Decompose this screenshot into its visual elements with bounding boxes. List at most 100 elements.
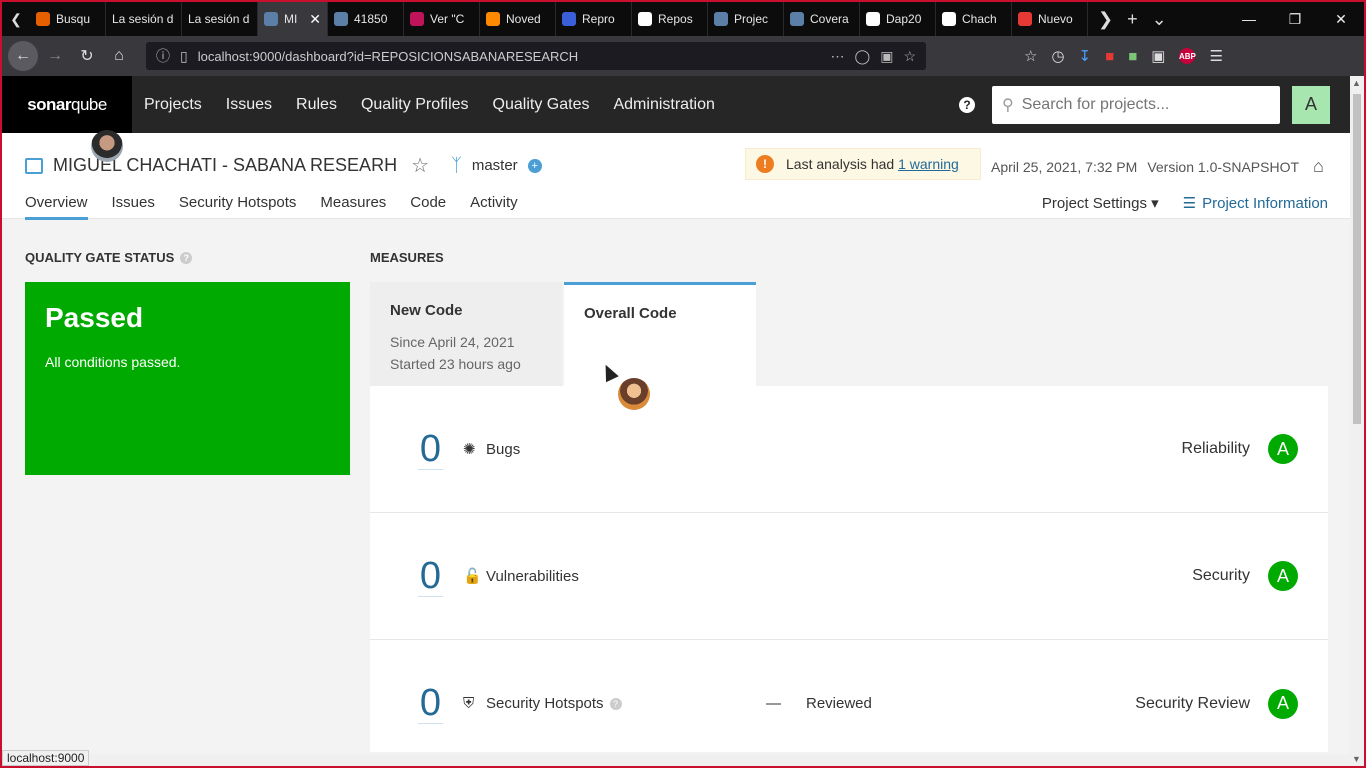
url-bar[interactable]: ⓘ ▯ localhost:9000/dashboard?id=REPOSICI… [146,42,926,70]
security-label: Security [1192,567,1250,584]
vulnerabilities-value[interactable]: 0 [418,556,443,597]
favorite-star-icon[interactable]: ☆ [411,153,429,178]
reviewed-value: — [766,695,781,712]
help-icon[interactable]: ? [609,697,622,710]
overall-code-title: Overall Code [584,305,677,322]
user-avatar[interactable]: A [1292,85,1330,124]
home-icon[interactable]: ⌂ [104,41,134,71]
nav-item-rules[interactable]: Rules [296,96,337,114]
scroll-down-icon[interactable]: ▼ [1352,754,1361,764]
more-actions-icon[interactable]: ⋯ [831,48,845,65]
forward-icon[interactable]: → [40,41,70,71]
tab-measures[interactable]: Measures [320,194,386,220]
warning-text: Last analysis had [786,156,895,172]
bookmarks-icon[interactable]: ☆ [1024,47,1037,65]
project-settings-menu[interactable]: Project Settings ▾ [1042,194,1159,212]
tab-activity[interactable]: Activity [470,194,518,220]
logo-text-a: sonar [27,94,71,114]
quality-gate-status: Passed [45,302,144,333]
browser-tab[interactable]: Busqu [30,2,106,36]
site-info-icon[interactable]: ⓘ [156,46,170,66]
hotspots-value[interactable]: 0 [418,683,443,724]
project-information-link[interactable]: ☰ Project Information [1182,194,1328,213]
tab-code[interactable]: Code [410,194,446,220]
help-icon[interactable]: ? [959,96,975,113]
close-window-icon[interactable]: ✕ [1318,2,1364,36]
back-icon[interactable]: ← [8,41,38,71]
browser-tab[interactable]: Noved [480,2,556,36]
reload-icon[interactable]: ↻ [72,41,102,71]
downloads-icon[interactable]: ↧ [1079,47,1092,65]
search-input[interactable] [1021,95,1262,114]
quality-gate-box: Passed All conditions passed. [25,282,350,475]
nav-item-projects[interactable]: Projects [144,96,202,114]
tab-overview[interactable]: Overview [25,194,88,220]
history-icon[interactable]: ◷ [1051,47,1064,65]
tab-overall-code[interactable]: Overall Code [564,282,756,387]
new-tab-icon[interactable]: + [1127,9,1138,30]
save-icon[interactable]: ▣ [1151,47,1165,65]
logo-text-b: qube [70,94,107,114]
shield-icon: ⛨ [463,695,475,712]
security-review-rating[interactable]: A [1268,688,1298,719]
close-tab-icon[interactable]: ✕ [309,11,321,28]
add-branch-icon[interactable]: + [527,158,542,173]
scroll-up-icon[interactable]: ▲ [1352,78,1361,88]
tab-favicon-icon [562,12,576,26]
measures-panel: 0 ✺ Bugs Reliability A 0 🔓 Vulnerabiliti… [370,386,1328,752]
browser-tab[interactable]: Ver "C [404,2,480,36]
sonarqube-logo[interactable]: sonar qube [2,76,132,133]
browser-tab[interactable]: Covera [784,2,860,36]
url-text[interactable]: localhost:9000/dashboard?id=REPOSICIONSA… [198,49,821,64]
browser-tab[interactable]: 41850 [328,2,404,36]
browser-tab[interactable]: Chach [936,2,1012,36]
quality-gate-message: All conditions passed. [45,354,181,370]
home-page-icon[interactable]: ⌂ [1313,156,1324,177]
browser-tab[interactable]: Nuevo [1012,2,1088,36]
tab-new-code[interactable]: New Code Since April 24, 2021 Started 23… [370,282,562,387]
lock-icon: 🔓 [463,568,482,585]
save-page-icon[interactable]: ▣ [880,48,893,65]
bugs-value[interactable]: 0 [418,429,443,470]
adblock-icon[interactable]: ABP [1179,48,1196,64]
warning-link[interactable]: 1 warning [898,156,959,172]
minimize-icon[interactable]: — [1226,2,1272,36]
scroll-thumb[interactable] [1353,94,1361,424]
browser-tab[interactable]: Repro [556,2,632,36]
tab-security-hotspots[interactable]: Security Hotspots [179,194,297,220]
vertical-scrollbar[interactable]: ▲ ▼ [1350,76,1364,766]
browser-tab[interactable]: Dap20 [860,2,936,36]
tab-label: Nuevo [1038,12,1073,26]
new-code-since: Since April 24, 2021 [390,334,515,350]
tab-scroll-left-icon[interactable]: ❮ [2,2,30,36]
tab-favicon-icon [410,12,424,26]
browser-tab[interactable]: Repos [632,2,708,36]
pocket-icon[interactable]: ◯ [855,48,871,65]
browser-tab[interactable]: MI ✕ [258,2,328,36]
nav-item-administration[interactable]: Administration [613,96,714,114]
tab-issues[interactable]: Issues [112,194,155,220]
extension-green-icon[interactable]: ■ [1128,48,1137,65]
nav-item-quality-profiles[interactable]: Quality Profiles [361,96,469,114]
browser-tab[interactable]: La sesión d [106,2,182,36]
branch-name[interactable]: master [472,157,518,174]
new-code-started: Started 23 hours ago [390,356,521,372]
browser-tab[interactable]: Projec [708,2,784,36]
horizontal-scrollbar[interactable] [84,754,1350,766]
reliability-rating[interactable]: A [1268,434,1298,464]
nav-item-issues[interactable]: Issues [226,96,272,114]
tab-label: La sesión d [188,12,250,26]
security-rating[interactable]: A [1268,561,1298,591]
list-icon: ☰ [1182,195,1197,212]
project-version: Version 1.0-SNAPSHOT [1147,158,1300,175]
project-search[interactable]: ⚲ [992,85,1280,124]
tab-scroll-right-icon[interactable]: ❯ [1098,9,1113,30]
tab-list-icon[interactable]: ⌄ [1152,9,1167,30]
extension-red-icon[interactable]: ■ [1105,48,1114,65]
help-icon[interactable]: ? [180,251,193,264]
nav-item-quality-gates[interactable]: Quality Gates [493,96,590,114]
menu-icon[interactable]: ☰ [1209,47,1222,65]
bookmark-star-icon[interactable]: ☆ [903,48,916,65]
restore-icon[interactable]: ❐ [1272,2,1318,36]
browser-tab[interactable]: La sesión d [182,2,258,36]
